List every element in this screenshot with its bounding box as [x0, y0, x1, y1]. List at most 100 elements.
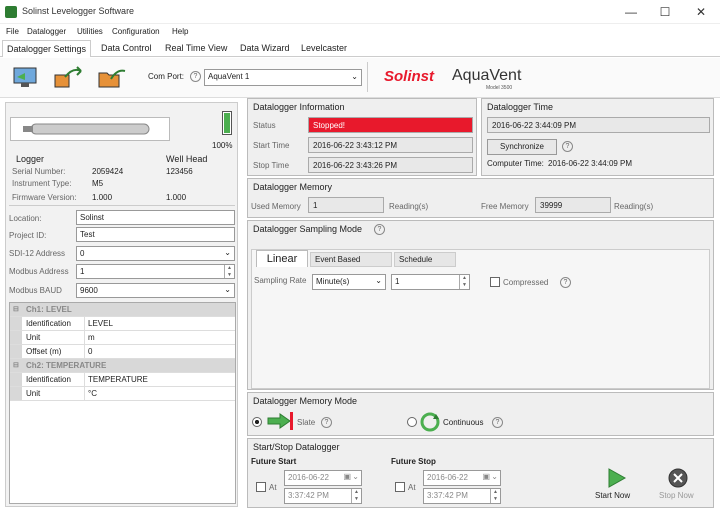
open-file-button[interactable]: [96, 64, 126, 88]
memory-title: Datalogger Memory: [253, 182, 333, 192]
battery-fill: [224, 113, 230, 133]
row-value[interactable]: 0: [88, 347, 92, 356]
used-memory-label: Used Memory: [251, 202, 301, 211]
continuous-radio[interactable]: [407, 417, 417, 427]
help-icon[interactable]: ?: [190, 71, 201, 82]
future-start-label: Future Start: [251, 457, 297, 466]
tab-schedule[interactable]: Schedule: [394, 252, 456, 267]
start-time-value: 2016-06-22 3:43:12 PM: [308, 137, 473, 153]
com-port-select[interactable]: AquaVent 1 ⌄: [204, 69, 362, 86]
row-value[interactable]: m: [88, 333, 95, 342]
compressed-label: Compressed: [503, 278, 549, 287]
slate-radio[interactable]: [252, 417, 262, 427]
table-row: Unit m: [10, 331, 235, 345]
future-stop-checkbox[interactable]: [395, 482, 405, 492]
sdi-select[interactable]: 0 ⌄: [76, 246, 235, 261]
menu-file[interactable]: File: [6, 27, 19, 36]
table-row: Unit °C: [10, 387, 235, 401]
status-label: Status: [253, 121, 276, 130]
modbus-stepper[interactable]: 1 ▲ ▼: [76, 264, 235, 279]
instrument-label: Instrument Type:: [12, 179, 72, 188]
row-key: Identification: [26, 375, 71, 384]
collapse-icon[interactable]: ⊟: [13, 305, 19, 313]
app-icon: [5, 6, 17, 18]
help-icon[interactable]: ?: [492, 417, 503, 428]
column-divider: [84, 331, 85, 344]
transfer-arrow-icon: [54, 66, 82, 88]
table-row: Identification LEVEL: [10, 317, 235, 331]
calendar-icon[interactable]: ▣: [482, 472, 490, 481]
row-value[interactable]: LEVEL: [88, 319, 113, 328]
future-start-date-value: 2016-06-22: [288, 473, 329, 482]
computer-icon: [13, 67, 37, 87]
modbus-value: 1: [80, 267, 85, 276]
column-divider: [84, 345, 85, 358]
tab-data-wizard[interactable]: Data Wizard: [240, 43, 290, 53]
well-head-header: Well Head: [166, 154, 208, 164]
channel2-header[interactable]: ⊟ Ch2: TEMPERATURE: [10, 359, 235, 373]
sampling-unit-select[interactable]: Minute(s) ⌄: [312, 274, 386, 290]
future-stop-label: Future Stop: [391, 457, 436, 466]
menu-help[interactable]: Help: [172, 27, 188, 36]
menu-datalogger[interactable]: Datalogger: [27, 27, 66, 36]
calendar-icon[interactable]: ▣: [343, 472, 351, 481]
tab-levelcaster[interactable]: Levelcaster: [301, 43, 347, 53]
computer-time-label: Computer Time:: [487, 159, 544, 168]
transfer-settings-button[interactable]: [52, 64, 82, 88]
location-label: Location:: [9, 214, 42, 223]
future-stop-time[interactable]: 3:37:42 PM ▲ ▼: [423, 488, 501, 504]
menu-utilities[interactable]: Utilities: [77, 27, 103, 36]
sampling-rate-stepper[interactable]: 1 ▲ ▼: [391, 274, 470, 290]
location-input[interactable]: Solinst: [76, 210, 235, 225]
spin-arrows-icon[interactable]: ▲ ▼: [459, 275, 469, 289]
baud-select[interactable]: 9600 ⌄: [76, 283, 235, 298]
minimize-button[interactable]: —: [614, 0, 648, 24]
row-value[interactable]: TEMPERATURE: [88, 375, 148, 384]
help-icon[interactable]: ?: [560, 277, 571, 288]
com-port-label: Com Port:: [148, 72, 185, 81]
menu-configuration[interactable]: Configuration: [112, 27, 160, 36]
help-icon[interactable]: ?: [374, 224, 385, 235]
spin-arrows-icon[interactable]: ▲ ▼: [351, 489, 361, 503]
help-icon[interactable]: ?: [562, 141, 573, 152]
row-key: Identification: [26, 319, 71, 328]
levelogger-image: [10, 117, 170, 141]
readings-label: Reading(s): [614, 202, 654, 211]
tab-linear[interactable]: Linear: [256, 250, 308, 267]
compressed-checkbox[interactable]: [490, 277, 500, 287]
spin-arrows-icon[interactable]: ▲ ▼: [490, 489, 500, 503]
datalogger-time-value: 2016-06-22 3:44:09 PM: [487, 117, 710, 133]
start-now-button[interactable]: Start Now: [591, 463, 641, 507]
collapse-icon[interactable]: ⊟: [13, 361, 19, 369]
channel1-header[interactable]: ⊟ Ch1: LEVEL: [10, 303, 235, 317]
close-button[interactable]: ✕: [684, 0, 718, 24]
time-title: Datalogger Time: [487, 102, 554, 112]
tab-datalogger-settings[interactable]: Datalogger Settings: [2, 40, 92, 57]
tab-event-based[interactable]: Event Based: [310, 252, 392, 267]
aquavent-model: Model 3500: [486, 85, 513, 91]
continuous-label: Continuous: [443, 418, 484, 427]
future-start-date[interactable]: 2016-06-22 ▣ ⌄: [284, 470, 362, 486]
spin-arrows-icon[interactable]: ▲ ▼: [224, 265, 234, 278]
synchronize-button[interactable]: Synchronize: [487, 139, 557, 155]
help-icon[interactable]: ?: [321, 417, 332, 428]
tab-real-time-view[interactable]: Real Time View: [165, 43, 227, 53]
project-input[interactable]: Test: [76, 227, 235, 242]
maximize-button[interactable]: ☐: [648, 0, 682, 24]
future-stop-date[interactable]: 2016-06-22 ▣ ⌄: [423, 470, 501, 486]
stop-now-button[interactable]: Stop Now: [653, 463, 703, 507]
baud-value: 9600: [80, 286, 98, 295]
chevron-down-icon[interactable]: ⌄: [491, 472, 498, 481]
title-bar: Solinst Levelogger Software — ☐ ✕: [0, 0, 720, 24]
future-start-checkbox[interactable]: [256, 482, 266, 492]
tab-data-control[interactable]: Data Control: [101, 43, 152, 53]
channel-grid: ⊟ Ch1: LEVEL Identification LEVEL Unit m…: [9, 302, 236, 504]
chevron-down-icon[interactable]: ⌄: [352, 472, 359, 481]
stop-now-label: Stop Now: [659, 491, 694, 500]
computer-time-value: 2016-06-22 3:44:09 PM: [548, 159, 633, 168]
free-memory-value: 39999: [535, 197, 611, 213]
firmware-label: Firmware Version:: [12, 193, 77, 202]
retrieve-settings-button[interactable]: [10, 64, 40, 88]
row-value[interactable]: °C: [88, 389, 97, 398]
future-start-time[interactable]: 3:37:42 PM ▲ ▼: [284, 488, 362, 504]
